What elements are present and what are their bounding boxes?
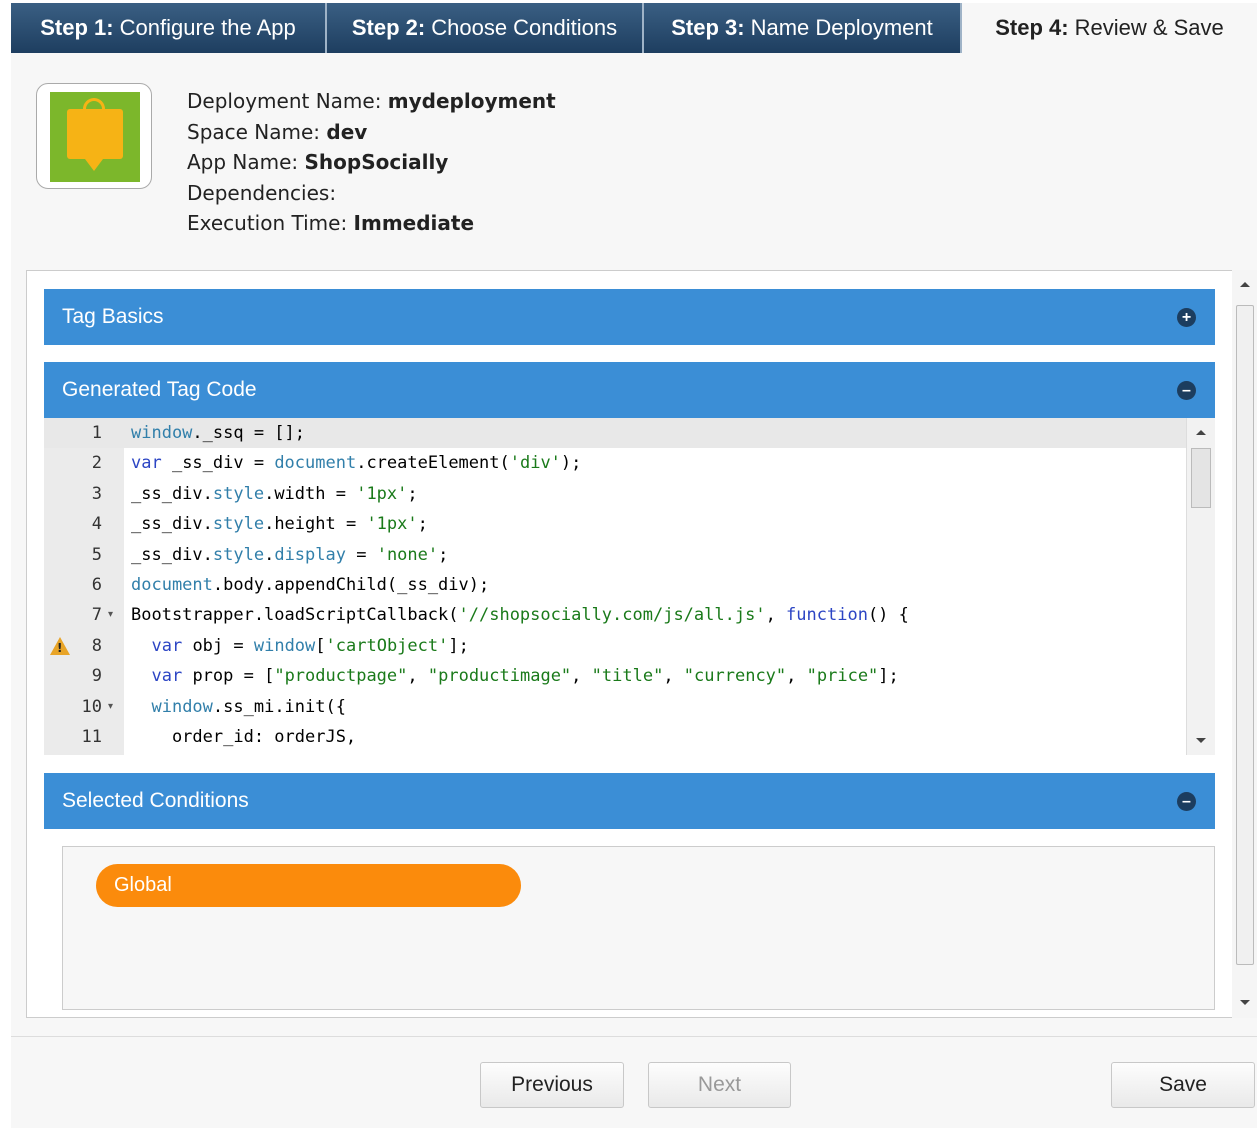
line-number: 10 <box>81 696 102 717</box>
deployment-summary: Deployment Name: mydeployment Space Name… <box>187 86 556 239</box>
space-name-value: dev <box>326 119 368 144</box>
step-label: Choose Conditions <box>431 15 618 40</box>
code-editor[interactable]: 1 window._ssq = []; 2 var _ss_div = docu… <box>44 418 1215 755</box>
plus-circle-icon[interactable]: + <box>1177 307 1196 327</box>
deployment-name-value: mydeployment <box>387 89 556 113</box>
code-line: var _ss_div = document.createElement('di… <box>131 453 582 474</box>
app-name-label: App Name: <box>187 150 305 174</box>
line-number: 6 <box>91 575 102 595</box>
tab-step-3[interactable]: Step 3: Name Deployment <box>644 3 962 53</box>
line-number: 7 <box>91 605 102 626</box>
app-name-value: ShopSocially <box>304 150 449 174</box>
dependencies-label: Dependencies: <box>187 180 337 205</box>
code-line: window._ssq = []; <box>131 423 306 443</box>
code-line: var prop = ["productpage", "productimage… <box>151 666 899 687</box>
space-name-label: Space Name: <box>187 119 327 144</box>
section-title: Generated Tag Code <box>62 378 257 401</box>
scroll-down-icon[interactable] <box>1196 738 1206 743</box>
app-logo <box>36 83 152 189</box>
tag-basics-header[interactable]: Tag Basics + <box>44 289 1215 345</box>
next-button[interactable]: Next <box>648 1062 791 1108</box>
generated-code-header[interactable]: Generated Tag Code – <box>44 362 1215 418</box>
scroll-up-icon[interactable] <box>1196 430 1206 435</box>
save-button[interactable]: Save <box>1111 1062 1255 1108</box>
step-label: Name Deployment <box>750 15 933 40</box>
step-number: Step 4: <box>995 15 1069 40</box>
editor-scrollbar[interactable] <box>1186 418 1215 755</box>
step-number: Step 1: <box>40 15 114 40</box>
fold-arrow-icon[interactable]: ▾ <box>108 600 113 630</box>
execution-time-label: Execution Time: <box>187 211 354 235</box>
step-label: Review & Save <box>1074 15 1224 40</box>
code-line: document.body.appendChild(_ss_div); <box>131 575 490 595</box>
scroll-thumb[interactable] <box>1191 448 1211 508</box>
code-line: Bootstrapper.loadScriptCallback('//shops… <box>131 605 909 626</box>
deployment-name-row: Deployment Name: mydeployment <box>187 86 556 117</box>
minus-circle-icon[interactable]: – <box>1177 380 1196 400</box>
section-title: Selected Conditions <box>62 789 249 812</box>
code-line: var obj = window['cartObject']; <box>151 635 469 656</box>
shopping-bag-icon <box>67 98 123 171</box>
scroll-thumb[interactable] <box>1236 305 1254 965</box>
app-name-row: App Name: ShopSocially <box>187 147 556 178</box>
space-name-row: Space Name: dev <box>187 117 556 148</box>
code-line: window.ss_mi.init({ <box>151 696 346 717</box>
code-line: _ss_div.style.height = '1px'; <box>131 514 428 535</box>
execution-time-value: Immediate <box>353 211 475 235</box>
tab-step-2[interactable]: Step 2: Choose Conditions <box>327 3 644 53</box>
deployment-name-label: Deployment Name: <box>187 89 388 113</box>
line-number: 11 <box>81 727 102 747</box>
line-number: 9 <box>91 666 102 687</box>
step-number: Step 3: <box>671 15 745 40</box>
panel-scrollbar[interactable] <box>1232 270 1257 1018</box>
previous-button[interactable]: Previous <box>480 1062 624 1108</box>
minus-circle-icon[interactable]: – <box>1177 791 1196 811</box>
tab-step-1[interactable]: Step 1: Configure the App <box>11 3 327 53</box>
dependencies-row: Dependencies: <box>187 178 556 209</box>
wizard-footer <box>11 1036 1257 1128</box>
code-line: _ss_div.style.display = 'none'; <box>131 544 449 565</box>
code-line: order_id: orderJS, <box>131 727 357 747</box>
line-number: 8 <box>91 635 102 656</box>
selected-conditions-header[interactable]: Selected Conditions – <box>44 773 1215 829</box>
condition-pill[interactable]: Global <box>96 864 521 907</box>
fold-arrow-icon[interactable]: ▾ <box>108 692 113 722</box>
step-label: Configure the App <box>119 15 296 40</box>
line-number: 5 <box>91 544 102 565</box>
line-number: 2 <box>91 453 102 474</box>
scroll-up-icon[interactable] <box>1240 282 1250 287</box>
line-number: 1 <box>91 423 102 443</box>
line-number: 3 <box>91 483 102 504</box>
execution-time-row: Execution Time: Immediate <box>187 208 556 239</box>
scroll-down-icon[interactable] <box>1240 1000 1250 1005</box>
step-number: Step 2: <box>351 15 426 40</box>
line-number: 4 <box>91 514 102 535</box>
code-line: _ss_div.style.width = '1px'; <box>131 483 418 504</box>
tab-step-4[interactable]: Step 4: Review & Save <box>962 3 1257 53</box>
wizard-steps: Step 1: Configure the App Step 2: Choose C… <box>11 3 1257 53</box>
section-title: Tag Basics <box>62 305 164 328</box>
